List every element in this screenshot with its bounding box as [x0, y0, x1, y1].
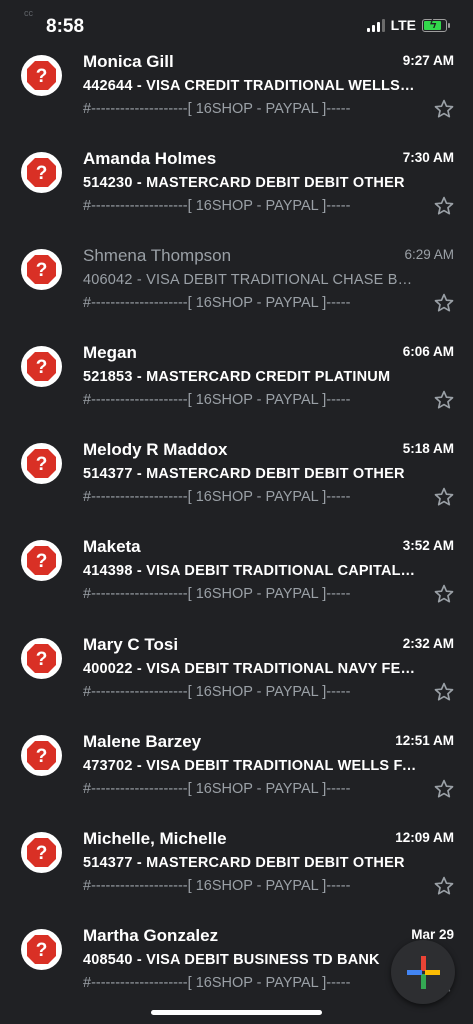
email-snippet: #--------------------[ 16SHOP - PAYPAL ]…: [83, 198, 351, 215]
status-indicators: LTE ϟ: [366, 17, 450, 33]
email-row[interactable]: ? Mary C Tosi 2:32 AM 400022 - VISA DEBI…: [0, 619, 473, 716]
email-snippet: #--------------------[ 16SHOP - PAYPAL ]…: [83, 295, 351, 312]
warning-avatar-icon[interactable]: ?: [21, 443, 62, 485]
warning-avatar-icon[interactable]: ?: [21, 734, 62, 776]
sender-name: Megan: [83, 343, 137, 363]
sender-name: Mary C Tosi: [83, 634, 179, 654]
svg-text:?: ?: [36, 551, 48, 572]
email-time: 9:27 AM: [402, 53, 454, 68]
svg-text:?: ?: [36, 746, 48, 767]
email-row[interactable]: ? Melody R Maddox 5:18 AM 514377 - MASTE…: [0, 424, 473, 521]
battery-icon: ϟ: [422, 17, 450, 32]
email-list: ? Monica Gill 9:27 AM 442644 - VISA CRED…: [0, 36, 473, 1007]
email-row[interactable]: ? Megan 6:06 AM 521853 - MASTERCARD CRED…: [0, 327, 473, 424]
email-row[interactable]: ? Amanda Holmes 7:30 AM 514230 - MASTERC…: [0, 133, 473, 230]
email-snippet: #--------------------[ 16SHOP - PAYPAL ]…: [83, 392, 351, 409]
warning-avatar-icon[interactable]: ?: [21, 346, 62, 388]
svg-text:?: ?: [36, 163, 48, 184]
email-time: 6:29 AM: [404, 247, 454, 263]
warning-avatar-icon[interactable]: ?: [21, 831, 62, 873]
email-subject: 442644 - VISA CREDIT TRADITIONAL WELLS F…: [83, 78, 418, 94]
email-snippet: #--------------------[ 16SHOP - PAYPAL ]…: [83, 974, 351, 991]
star-icon[interactable]: [433, 681, 455, 703]
email-subject: 408540 - VISA DEBIT BUSINESS TD BANK: [83, 951, 380, 968]
star-icon[interactable]: [433, 195, 455, 217]
plus-icon: [407, 956, 440, 989]
warning-avatar-icon[interactable]: ?: [21, 152, 62, 194]
svg-text:?: ?: [36, 649, 48, 670]
compose-button[interactable]: [391, 940, 455, 1004]
email-subject: 414398 - VISA DEBIT TRADITIONAL CAPITAL …: [83, 563, 418, 580]
sender-name: Malene Barzey: [83, 731, 202, 751]
status-time: 8:58: [46, 16, 85, 37]
email-subject: 514230 - MASTERCARD DEBIT DEBIT OTHER: [83, 175, 405, 192]
star-icon[interactable]: [433, 486, 455, 508]
home-indicator[interactable]: [151, 1010, 322, 1015]
network-type: LTE: [390, 17, 416, 33]
email-row[interactable]: ? Michelle, Michelle 12:09 AM 514377 - M…: [0, 813, 473, 910]
star-icon[interactable]: [433, 292, 455, 314]
email-time: 12:09 AM: [395, 829, 454, 845]
email-row[interactable]: ? Monica Gill 9:27 AM 442644 - VISA CRED…: [0, 36, 473, 133]
star-icon[interactable]: [433, 583, 455, 605]
email-time: 5:18 AM: [402, 441, 454, 457]
warning-avatar-icon[interactable]: ?: [21, 249, 62, 291]
status-cc: cc: [24, 8, 33, 18]
svg-text:?: ?: [36, 260, 48, 281]
email-snippet: #--------------------[ 16SHOP - PAYPAL ]…: [83, 780, 351, 797]
sender-name: Melody R Maddox: [83, 440, 228, 460]
email-snippet: #--------------------[ 16SHOP - PAYPAL ]…: [83, 101, 351, 117]
email-subject: 521853 - MASTERCARD CREDIT PLATINUM: [83, 369, 391, 386]
email-snippet: #--------------------[ 16SHOP - PAYPAL ]…: [83, 586, 351, 603]
star-icon[interactable]: [433, 778, 455, 800]
email-snippet: #--------------------[ 16SHOP - PAYPAL ]…: [83, 683, 351, 700]
star-icon[interactable]: [433, 98, 455, 120]
email-row[interactable]: ? Shmena Thompson 6:29 AM 406042 - VISA …: [0, 230, 473, 327]
email-subject: 514377 - MASTERCARD DEBIT DEBIT OTHER: [83, 854, 405, 871]
svg-text:?: ?: [36, 66, 48, 87]
star-icon[interactable]: [433, 389, 455, 411]
email-snippet: #--------------------[ 16SHOP - PAYPAL ]…: [83, 489, 351, 506]
svg-text:?: ?: [36, 940, 48, 961]
email-subject: 473702 - VISA DEBIT TRADITIONAL WELLS FA…: [83, 757, 418, 774]
warning-avatar-icon[interactable]: ?: [21, 540, 62, 582]
email-time: 12:51 AM: [395, 732, 454, 748]
email-subject: 400022 - VISA DEBIT TRADITIONAL NAVY FED…: [83, 660, 418, 677]
email-snippet: #--------------------[ 16SHOP - PAYPAL ]…: [83, 877, 351, 894]
email-time: 6:06 AM: [402, 344, 454, 360]
sender-name: Amanda Holmes: [83, 149, 217, 169]
email-subject: 406042 - VISA DEBIT TRADITIONAL CHASE BA…: [83, 272, 418, 289]
sender-name: Monica Gill: [83, 52, 174, 71]
warning-avatar-icon[interactable]: ?: [21, 637, 62, 679]
svg-text:?: ?: [36, 357, 48, 378]
signal-icon: [366, 18, 385, 32]
svg-text:?: ?: [36, 843, 48, 864]
sender-name: Martha Gonzalez: [83, 925, 219, 945]
sender-name: Michelle, Michelle: [83, 828, 227, 848]
svg-text:?: ?: [36, 454, 48, 475]
email-time: 2:32 AM: [402, 635, 454, 651]
email-time: 7:30 AM: [402, 150, 454, 166]
warning-avatar-icon[interactable]: ?: [21, 55, 62, 96]
warning-avatar-icon[interactable]: ?: [21, 928, 62, 970]
email-row[interactable]: ? Malene Barzey 12:51 AM 473702 - VISA D…: [0, 716, 473, 813]
email-row[interactable]: ? Maketa 3:52 AM 414398 - VISA DEBIT TRA…: [0, 521, 473, 618]
email-subject: 514377 - MASTERCARD DEBIT DEBIT OTHER: [83, 466, 405, 483]
star-icon[interactable]: [433, 875, 455, 897]
email-time: 3:52 AM: [402, 538, 454, 554]
sender-name: Shmena Thompson: [83, 246, 232, 266]
sender-name: Maketa: [83, 537, 141, 557]
